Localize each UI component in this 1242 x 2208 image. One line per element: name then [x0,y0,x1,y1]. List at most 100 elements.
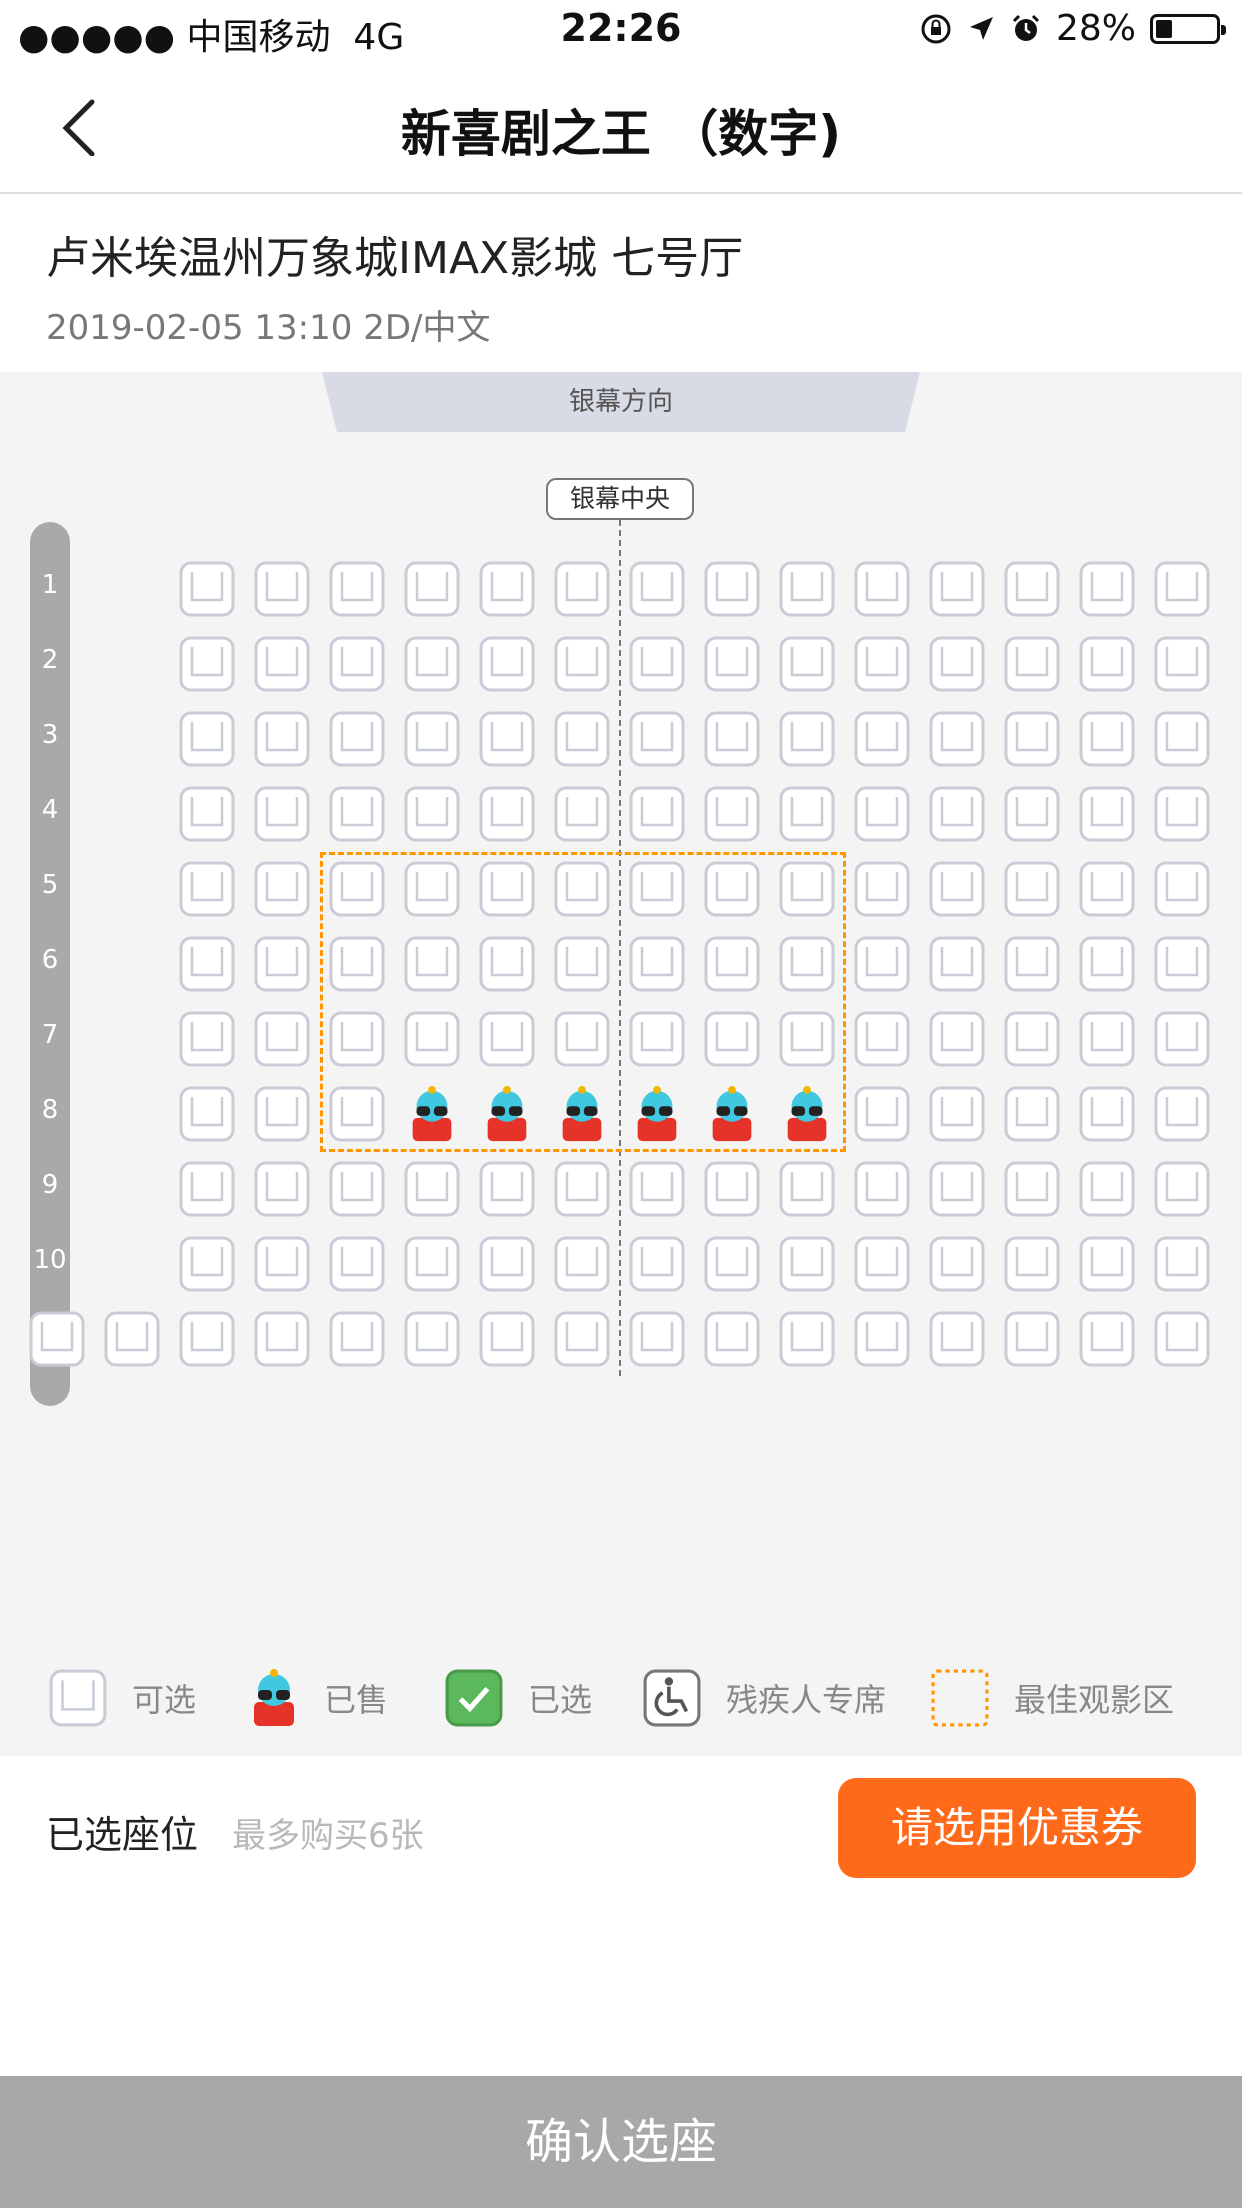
seat-available[interactable] [253,935,311,993]
seat-available[interactable] [553,1235,611,1293]
seat-available[interactable] [1078,935,1136,993]
seat-available[interactable] [478,635,536,693]
seat-available[interactable] [478,785,536,843]
seat-available[interactable] [178,710,236,768]
seat-available[interactable] [328,635,386,693]
seat-available[interactable] [628,1235,686,1293]
seat-available[interactable] [628,785,686,843]
seat-available[interactable] [178,1160,236,1218]
seat-available[interactable] [253,710,311,768]
confirm-seat-button[interactable]: 确认选座 [0,2076,1242,2208]
seat-available[interactable] [1003,1010,1061,1068]
seat-available[interactable] [178,1010,236,1068]
seat-available[interactable] [703,560,761,618]
seat-available[interactable] [553,635,611,693]
seat-available[interactable] [403,1310,461,1368]
seat-available[interactable] [1003,1310,1061,1368]
seat-available[interactable] [403,635,461,693]
seat-available[interactable] [928,710,986,768]
seat-available[interactable] [478,1235,536,1293]
seat-available[interactable] [328,1310,386,1368]
seat-available[interactable] [703,1235,761,1293]
coupon-button[interactable]: 请选用优惠券 [838,1778,1196,1878]
seat-available[interactable] [928,635,986,693]
seat-available[interactable] [253,560,311,618]
seat-available[interactable] [778,560,836,618]
seat-available[interactable] [1003,1160,1061,1218]
seat-available[interactable] [1003,560,1061,618]
seat-available[interactable] [553,710,611,768]
seat-available[interactable] [178,635,236,693]
seat-available[interactable] [178,860,236,918]
seat-available[interactable] [553,1310,611,1368]
seat-available[interactable] [553,560,611,618]
seat-available[interactable] [28,1310,86,1368]
seat-available[interactable] [253,1010,311,1068]
seat-available[interactable] [178,560,236,618]
seat-available[interactable] [253,785,311,843]
seat-available[interactable] [628,710,686,768]
seat-available[interactable] [853,635,911,693]
seat-available[interactable] [1078,560,1136,618]
seat-available[interactable] [928,1160,986,1218]
seat-available[interactable] [703,1310,761,1368]
seat-available[interactable] [403,1160,461,1218]
seat-available[interactable] [1153,1085,1211,1143]
seat-available[interactable] [1153,860,1211,918]
seat-available[interactable] [178,785,236,843]
seat-available[interactable] [853,1085,911,1143]
seat-available[interactable] [553,785,611,843]
seat-available[interactable] [328,1160,386,1218]
seat-available[interactable] [403,1235,461,1293]
seat-available[interactable] [328,1235,386,1293]
seat-available[interactable] [928,560,986,618]
seat-available[interactable] [1153,1010,1211,1068]
seat-available[interactable] [1078,1235,1136,1293]
seat-available[interactable] [1078,785,1136,843]
seat-available[interactable] [1153,1160,1211,1218]
seat-available[interactable] [1153,560,1211,618]
seat-available[interactable] [853,1235,911,1293]
seat-available[interactable] [853,1160,911,1218]
seat-available[interactable] [178,1085,236,1143]
seat-available[interactable] [703,1160,761,1218]
seat-available[interactable] [778,1310,836,1368]
seat-available[interactable] [628,635,686,693]
seat-available[interactable] [328,560,386,618]
seat-available[interactable] [1003,935,1061,993]
seat-available[interactable] [928,860,986,918]
seat-available[interactable] [1078,1310,1136,1368]
seat-available[interactable] [1078,1160,1136,1218]
seat-available[interactable] [253,1160,311,1218]
seat-available[interactable] [1078,1010,1136,1068]
seat-available[interactable] [403,710,461,768]
seat-available[interactable] [103,1310,161,1368]
seat-available[interactable] [853,935,911,993]
seat-available[interactable] [403,560,461,618]
seat-available[interactable] [478,1160,536,1218]
seat-available[interactable] [928,785,986,843]
seat-available[interactable] [778,785,836,843]
seat-available[interactable] [403,785,461,843]
seat-available[interactable] [1003,860,1061,918]
seat-available[interactable] [328,785,386,843]
seat-available[interactable] [253,860,311,918]
seat-available[interactable] [1078,710,1136,768]
seat-available[interactable] [1078,860,1136,918]
seat-available[interactable] [178,1235,236,1293]
seat-available[interactable] [628,1160,686,1218]
seat-available[interactable] [853,1310,911,1368]
seat-available[interactable] [178,1310,236,1368]
seat-available[interactable] [853,710,911,768]
seat-available[interactable] [1003,1085,1061,1143]
seat-available[interactable] [928,1010,986,1068]
seat-available[interactable] [1003,635,1061,693]
seat-available[interactable] [328,710,386,768]
seat-available[interactable] [778,710,836,768]
seat-available[interactable] [1078,635,1136,693]
seat-available[interactable] [253,635,311,693]
seat-available[interactable] [928,1085,986,1143]
seat-available[interactable] [1153,935,1211,993]
seat-available[interactable] [928,1235,986,1293]
seat-available[interactable] [778,635,836,693]
